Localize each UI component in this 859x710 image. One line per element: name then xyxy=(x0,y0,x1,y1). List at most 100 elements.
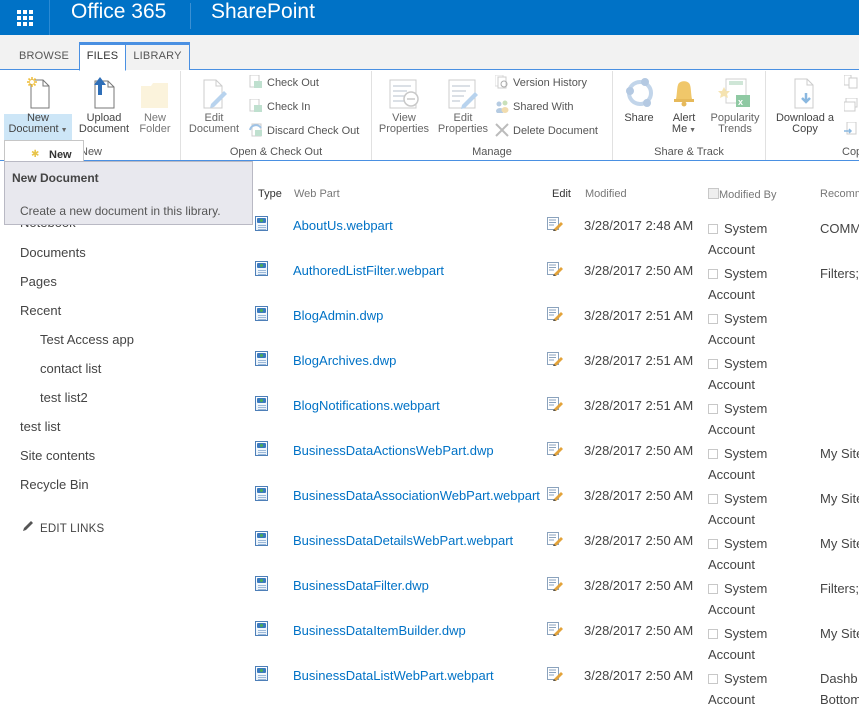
app-launcher-button[interactable] xyxy=(0,0,50,35)
user-presence-checkbox[interactable] xyxy=(708,314,718,324)
column-header-modified[interactable]: Modified xyxy=(585,188,627,200)
nav-item-site-contents[interactable]: Site contents xyxy=(20,448,95,463)
modified-by-name-2[interactable]: Account xyxy=(708,467,755,482)
tab-library[interactable]: LIBRARY xyxy=(126,42,190,70)
user-presence-checkbox[interactable] xyxy=(708,629,718,639)
modified-by-name-2[interactable]: Account xyxy=(708,557,755,572)
column-header-web-part[interactable]: Web Part xyxy=(294,188,340,200)
modified-by-name-2[interactable]: Account xyxy=(708,332,755,347)
new-document-button[interactable]: New Document ▼ xyxy=(4,75,72,136)
column-header-modified-by[interactable]: Modified By xyxy=(708,188,776,201)
popularity-trends-button[interactable]: x Popularity Trends xyxy=(706,75,764,135)
web-part-name-link[interactable]: BlogNotifications.webpart xyxy=(293,398,440,413)
share-button[interactable]: Share xyxy=(619,75,659,124)
modified-by-name-1[interactable]: System xyxy=(724,356,767,371)
column-header-type[interactable]: Type xyxy=(258,188,282,200)
discard-check-out-button[interactable]: Discard Check Out xyxy=(249,122,359,140)
web-part-name-link[interactable]: BusinessDataItemBuilder.dwp xyxy=(293,623,466,638)
edit-item-icon[interactable] xyxy=(547,262,563,276)
send-to-icon[interactable] xyxy=(843,74,858,89)
modified-by-name-2[interactable]: Account xyxy=(708,287,755,302)
edit-item-icon[interactable] xyxy=(547,487,563,501)
web-part-name-link[interactable]: BusinessDataFilter.dwp xyxy=(293,578,429,593)
go-to-source-icon[interactable] xyxy=(844,121,858,136)
upload-document-button[interactable]: Upload Document xyxy=(76,75,132,135)
version-history-button[interactable]: Version History xyxy=(494,74,587,92)
modified-by-name-2[interactable]: Account xyxy=(708,692,755,707)
tab-browse[interactable]: BROWSE xyxy=(10,42,78,70)
nav-item-recycle-bin[interactable]: Recycle Bin xyxy=(20,477,89,492)
modified-by-name-1[interactable]: System xyxy=(724,311,767,326)
manage-copies-icon[interactable] xyxy=(843,97,858,112)
modified-by-name-1[interactable]: System xyxy=(724,671,767,686)
edit-item-icon[interactable] xyxy=(547,217,563,231)
edit-document-button[interactable]: Edit Document xyxy=(185,75,243,135)
edit-properties-button[interactable]: Edit Properties xyxy=(433,75,493,135)
new-document-label-2-wrap: Document ▼ xyxy=(4,124,72,136)
nav-item-documents[interactable]: Documents xyxy=(20,245,86,260)
modified-by-name-1[interactable]: System xyxy=(724,221,767,236)
modified-by-name-1[interactable]: System xyxy=(724,581,767,596)
edit-item-icon[interactable] xyxy=(547,307,563,321)
user-presence-checkbox[interactable] xyxy=(708,404,718,414)
user-presence-checkbox[interactable] xyxy=(708,494,718,504)
shared-with-button[interactable]: Shared With xyxy=(495,98,574,116)
alert-me-button[interactable]: Alert Me ▼ xyxy=(665,75,703,136)
web-part-name-link[interactable]: BusinessDataAssociationWebPart.webpart xyxy=(293,488,540,503)
modified-by-name-1[interactable]: System xyxy=(724,266,767,281)
popularity-trends-icon: x xyxy=(718,75,752,109)
delete-document-button[interactable]: Delete Document xyxy=(495,122,598,140)
column-header-recommendation[interactable]: Recomm xyxy=(820,188,859,200)
user-presence-checkbox[interactable] xyxy=(708,539,718,549)
modified-by-name-2[interactable]: Account xyxy=(708,647,755,662)
select-all-checkbox[interactable] xyxy=(708,188,719,199)
web-part-name-link[interactable]: BlogAdmin.dwp xyxy=(293,308,383,323)
edit-item-icon[interactable] xyxy=(547,397,563,411)
modified-by-name-1[interactable]: System xyxy=(724,446,767,461)
user-presence-checkbox[interactable] xyxy=(708,269,718,279)
modified-by-name-1[interactable]: System xyxy=(724,491,767,506)
modified-by-name-1[interactable]: System xyxy=(724,626,767,641)
column-header-edit[interactable]: Edit xyxy=(552,188,571,200)
web-part-name-link[interactable]: BusinessDataActionsWebPart.dwp xyxy=(293,443,494,458)
office-365-brand[interactable]: Office 365 xyxy=(71,0,166,35)
user-presence-checkbox[interactable] xyxy=(708,224,718,234)
nav-item-pages[interactable]: Pages xyxy=(20,274,57,289)
edit-item-icon[interactable] xyxy=(547,577,563,591)
nav-item-contact-list[interactable]: contact list xyxy=(40,361,101,376)
new-folder-button[interactable]: New Folder xyxy=(134,75,176,135)
edit-item-icon[interactable] xyxy=(547,622,563,636)
web-part-name-link[interactable]: BlogArchives.dwp xyxy=(293,353,396,368)
check-in-button[interactable]: Check In xyxy=(249,98,310,116)
view-properties-button[interactable]: View Properties xyxy=(374,75,434,135)
modified-by-name-2[interactable]: Account xyxy=(708,422,755,437)
edit-links-button[interactable]: EDIT LINKS xyxy=(22,520,104,535)
web-part-name-link[interactable]: BusinessDataListWebPart.webpart xyxy=(293,668,494,683)
edit-item-icon[interactable] xyxy=(547,532,563,546)
nav-item-recent[interactable]: Recent xyxy=(20,303,61,318)
tab-files[interactable]: FILES xyxy=(79,42,126,71)
check-out-button[interactable]: Check Out xyxy=(249,74,319,92)
modified-by-name-2[interactable]: Account xyxy=(708,512,755,527)
modified-by-name-1[interactable]: System xyxy=(724,536,767,551)
nav-item-test-access-app[interactable]: Test Access app xyxy=(40,332,134,347)
user-presence-checkbox[interactable] xyxy=(708,359,718,369)
app-name[interactable]: SharePoint xyxy=(211,0,315,35)
edit-item-icon[interactable] xyxy=(547,352,563,366)
nav-item-test-list2[interactable]: test list2 xyxy=(40,390,88,405)
user-presence-checkbox[interactable] xyxy=(708,584,718,594)
web-part-name-link[interactable]: AuthoredListFilter.webpart xyxy=(293,263,444,278)
modified-by-name-1[interactable]: System xyxy=(724,401,767,416)
web-part-name-link[interactable]: AboutUs.webpart xyxy=(293,218,393,233)
modified-by-name-2[interactable]: Account xyxy=(708,377,755,392)
web-part-name-link[interactable]: BusinessDataDetailsWebPart.webpart xyxy=(293,533,513,548)
modified-by-name-2[interactable]: Account xyxy=(708,242,755,257)
popularity-trends-label-2: Trends xyxy=(718,123,752,135)
user-presence-checkbox[interactable] xyxy=(708,674,718,684)
download-copy-button[interactable]: Download a Copy xyxy=(770,75,840,135)
user-presence-checkbox[interactable] xyxy=(708,449,718,459)
edit-item-icon[interactable] xyxy=(547,442,563,456)
modified-by-name-2[interactable]: Account xyxy=(708,602,755,617)
edit-item-icon[interactable] xyxy=(547,667,563,681)
nav-item-test-list[interactable]: test list xyxy=(20,419,60,434)
